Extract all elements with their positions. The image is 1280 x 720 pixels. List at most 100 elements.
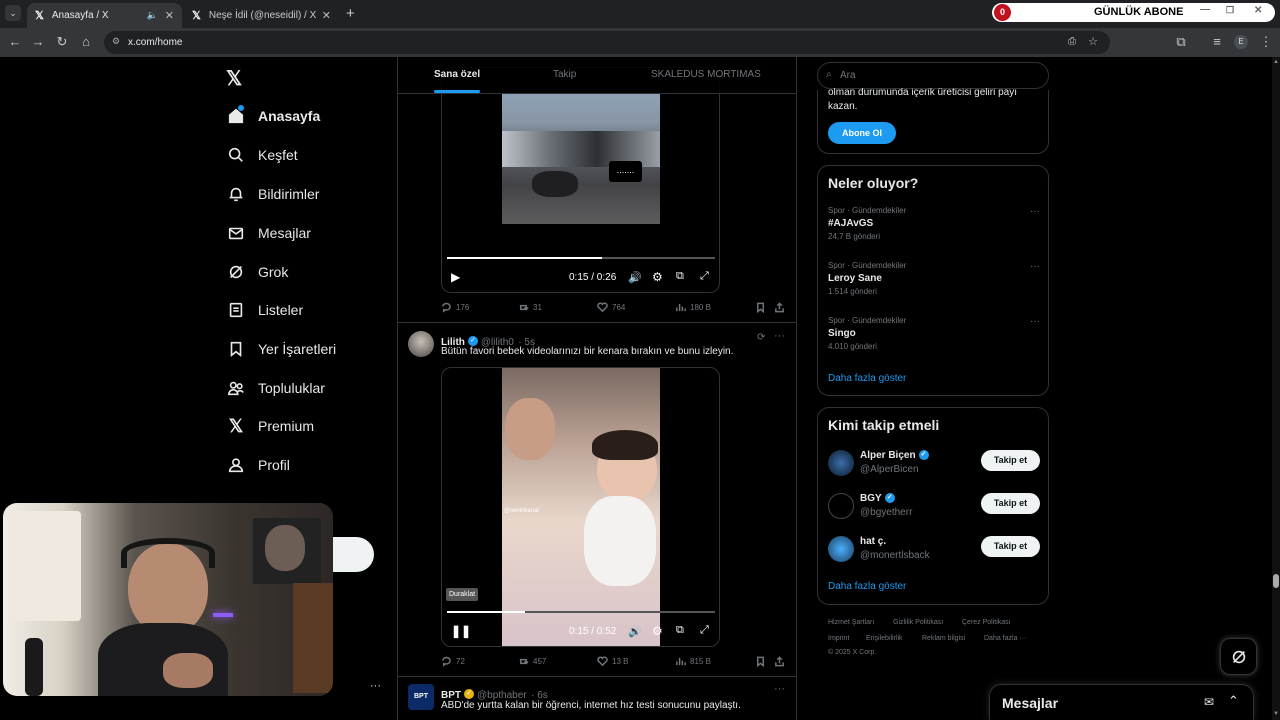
volume-icon[interactable]: 🔊 (628, 271, 642, 284)
post-more-icon[interactable]: ··· (774, 330, 785, 342)
video-player[interactable]: ....... ▶ 0:15 / 0:26 🔊 ⚙ ⧉ ⤢ (441, 67, 720, 293)
reply-button[interactable]: 72 (441, 656, 465, 667)
url-field[interactable]: ⚙ x.com/home ⎙ ☆ (104, 31, 1110, 54)
nav-explore[interactable]: Keşfet (226, 141, 298, 169)
close-icon[interactable]: ✕ (1254, 5, 1262, 16)
more-icon[interactable]: ··· (1030, 261, 1040, 272)
video-player[interactable]: @seninkanal Duraklat ❚❚ 0:15 / 0:52 🔊 ⚙ … (441, 367, 720, 647)
pip-icon[interactable]: ⧉ (676, 270, 684, 283)
footer-link[interactable]: Çerez Politikası (962, 619, 1011, 626)
bookmark-button[interactable] (755, 656, 770, 667)
tab-search-button[interactable]: ⌄ (5, 5, 21, 21)
footer-link[interactable]: Reklam bilgisi (922, 635, 965, 642)
speaker-icon[interactable]: 🔈 (147, 10, 158, 21)
grok-float-button[interactable] (1220, 638, 1257, 675)
like-button[interactable]: 764 (597, 302, 625, 313)
scrollbar-thumb[interactable] (1273, 574, 1279, 588)
media-icon[interactable]: ≡ (1208, 34, 1226, 49)
scrollbar[interactable]: ▲ ▼ (1272, 57, 1280, 720)
tab-list[interactable]: SKALEDUS MORTIMAS (651, 69, 761, 80)
reload-icon[interactable]: ↻ (53, 34, 71, 50)
video-progress-bar[interactable] (447, 257, 715, 259)
volume-icon[interactable]: 🔊 (628, 625, 642, 638)
expand-icon[interactable]: ⌃ (1228, 693, 1239, 709)
repost-button[interactable]: 457 (518, 656, 546, 667)
footer-link[interactable]: Daha fazla ··· (984, 635, 1026, 642)
star-icon[interactable]: ☆ (1088, 35, 1098, 48)
nav-notifications[interactable]: Bildirimler (226, 180, 319, 208)
views-button[interactable]: 815 B (675, 656, 711, 667)
fullscreen-icon[interactable]: ⤢ (700, 624, 709, 637)
nav-lists[interactable]: Listeler (226, 296, 303, 324)
views-button[interactable]: 180 B (675, 302, 711, 313)
avatar[interactable]: BPT (408, 684, 434, 710)
trend-item[interactable]: Spor · Gündemdekiler Singo 4.010 gönderi… (828, 316, 1040, 351)
grok-post-icon[interactable]: ⟳ (757, 332, 765, 343)
who-to-follow-show-more[interactable]: Daha fazla göster (828, 581, 906, 592)
follow-suggestion[interactable]: BGY ✓ @bgyetherr Takip et (828, 491, 1040, 521)
new-message-icon[interactable]: ✉ (1204, 695, 1214, 709)
browser-tab-home[interactable]: 𝕏 Anasayfa / X 🔈 ✕ (27, 3, 182, 28)
follow-button[interactable]: Takip et (981, 450, 1040, 471)
footer-link[interactable]: Imprint (828, 635, 849, 642)
kebab-menu-icon[interactable]: ⋮ (1257, 34, 1275, 50)
maximize-icon[interactable]: ❐ (1226, 5, 1234, 16)
nav-grok[interactable]: Grok (226, 258, 288, 286)
play-icon[interactable]: ▶ (451, 270, 460, 284)
nav-premium[interactable]: 𝕏 Premium (226, 412, 314, 440)
subscribe-button[interactable]: Abone Ol (828, 122, 896, 144)
follow-suggestion[interactable]: hat ç. @monertlsback Takip et (828, 534, 1040, 564)
messages-drawer[interactable]: Mesajlar ✉ ⌃ (989, 684, 1254, 720)
back-icon[interactable]: ← (6, 34, 24, 49)
share-button[interactable] (774, 656, 789, 667)
search-input[interactable]: ⌕ Ara (817, 62, 1049, 89)
more-icon[interactable]: ··· (1030, 316, 1040, 327)
avatar[interactable] (408, 331, 434, 357)
x-logo-icon[interactable]: 𝕏 (226, 66, 242, 91)
footer-link[interactable]: Hizmet Şartları (828, 619, 874, 626)
tab-following[interactable]: Takip (553, 69, 576, 80)
settings-icon[interactable]: ⚙ (652, 624, 663, 638)
scroll-up-icon[interactable]: ▲ (1273, 59, 1279, 65)
like-button[interactable]: 13 B (597, 656, 628, 667)
forward-icon[interactable]: → (29, 34, 47, 49)
bookmark-button[interactable] (755, 302, 770, 313)
share-button[interactable] (774, 302, 789, 313)
reply-button[interactable]: 176 (441, 302, 469, 313)
site-info-icon[interactable]: ⚙ (112, 36, 120, 47)
browser-tab-profile[interactable]: 𝕏 Neşe İdil (@neseidil) / X ✕ (184, 3, 339, 28)
minimize-icon[interactable]: — (1200, 4, 1210, 15)
home-browser-icon[interactable]: ⌂ (77, 34, 95, 49)
extensions-icon[interactable]: ⧉ (1172, 34, 1190, 50)
footer-link[interactable]: Erişilebilirlik (866, 635, 903, 642)
install-icon[interactable]: ⎙ (1068, 36, 1076, 47)
trends-show-more[interactable]: Daha fazla göster (828, 373, 906, 384)
nav-home[interactable]: Anasayfa (226, 102, 320, 130)
trend-item[interactable]: Spor · Gündemdekiler #AJAvGS 24,7 B gönd… (828, 206, 1040, 241)
list-icon (226, 300, 246, 320)
trend-item[interactable]: Spor · Gündemdekiler Leroy Sane 1.514 gö… (828, 261, 1040, 296)
new-tab-button[interactable]: + (346, 5, 355, 22)
nav-profile[interactable]: Profil (226, 451, 290, 479)
video-progress-bar[interactable] (447, 611, 715, 613)
follow-button[interactable]: Takip et (981, 536, 1040, 557)
close-tab-icon[interactable]: ✕ (165, 9, 174, 22)
more-icon[interactable]: ··· (1030, 206, 1040, 217)
pause-icon[interactable]: ❚❚ (451, 624, 471, 638)
profile-avatar[interactable]: E (1234, 35, 1248, 49)
scroll-down-icon[interactable]: ▼ (1273, 711, 1279, 717)
close-tab-icon[interactable]: ✕ (322, 9, 331, 22)
nav-bookmarks[interactable]: Yer İşaretleri (226, 335, 336, 363)
follow-suggestion[interactable]: Alper Biçen ✓ @AlperBicen Takip et (828, 448, 1040, 478)
nav-messages[interactable]: Mesajlar (226, 219, 311, 247)
repost-button[interactable]: 31 (518, 302, 542, 313)
account-more-icon[interactable]: ··· (370, 680, 381, 692)
tab-for-you[interactable]: Sana özel (434, 69, 480, 80)
pip-icon[interactable]: ⧉ (676, 624, 684, 637)
post-more-icon[interactable]: ··· (774, 683, 785, 695)
follow-button[interactable]: Takip et (981, 493, 1040, 514)
footer-link[interactable]: Gizlilik Politikası (893, 619, 943, 626)
nav-communities[interactable]: Topluluklar (226, 374, 325, 402)
settings-icon[interactable]: ⚙ (652, 270, 663, 284)
fullscreen-icon[interactable]: ⤢ (700, 270, 709, 283)
